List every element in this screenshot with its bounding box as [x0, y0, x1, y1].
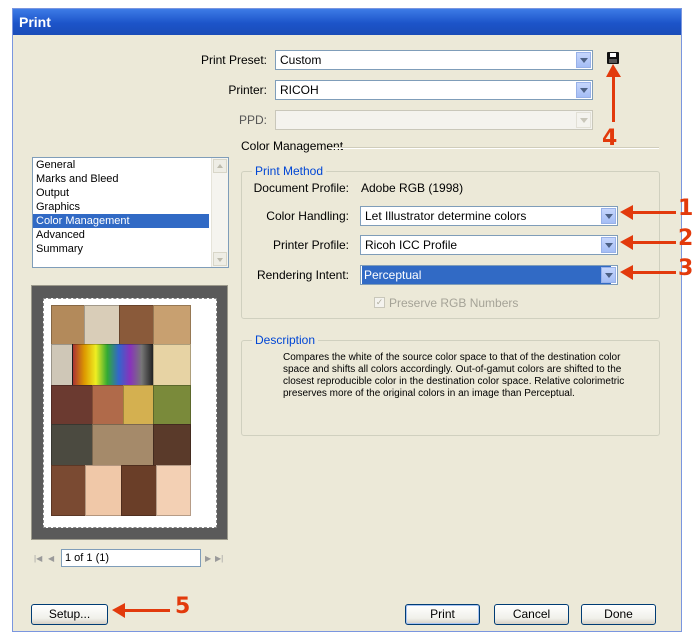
preview-photo [51, 424, 93, 466]
printer-profile-label: Printer Profile: [272, 238, 349, 252]
chevron-down-icon [576, 112, 591, 128]
preview-portrait [51, 465, 86, 516]
printer-select[interactable]: RICOH [275, 80, 593, 100]
color-handling-label: Color Handling: [266, 209, 349, 223]
preview-portrait [156, 465, 191, 516]
printer-value: RICOH [280, 83, 319, 97]
color-handling-value: Let Illustrator determine colors [365, 209, 527, 223]
cancel-button[interactable]: Cancel [494, 604, 569, 625]
preview-page [43, 298, 217, 528]
scroll-up-icon[interactable] [213, 159, 227, 173]
preview-photo [92, 385, 124, 425]
annotation-arrow-left [112, 603, 170, 618]
preview-photo [153, 424, 191, 466]
category-item-graphics[interactable]: Graphics [33, 200, 209, 214]
preview-photo [92, 424, 154, 466]
page-number-field[interactable]: 1 of 1 (1) [61, 549, 201, 567]
preview-portrait [85, 465, 122, 516]
last-page-icon[interactable]: ▶| [215, 554, 223, 563]
color-handling-select[interactable]: Let Illustrator determine colors [360, 206, 618, 226]
preview-photo [51, 305, 85, 345]
printer-profile-select[interactable]: Ricoh ICC Profile [360, 235, 618, 255]
previous-page-icon[interactable]: ◀ [48, 554, 54, 563]
chevron-down-icon[interactable] [576, 82, 591, 98]
section-title: Color Management [241, 139, 344, 153]
preview-photo [153, 385, 191, 425]
chevron-down-icon[interactable] [601, 267, 616, 283]
preserve-rgb-checkbox: ✓ [374, 297, 385, 308]
print-preset-select[interactable]: Custom [275, 50, 593, 70]
preview-photo [51, 385, 93, 425]
document-profile-label: Document Profile: [253, 181, 349, 195]
annotation-arrow-left [620, 205, 676, 220]
preview-color-chart [72, 344, 154, 386]
preview-photo [153, 344, 191, 386]
annotation-label: 3 [678, 256, 692, 281]
setup-button[interactable]: Setup... [31, 604, 108, 625]
document-profile-value: Adobe RGB (1998) [361, 181, 464, 195]
printer-label: Printer: [228, 83, 267, 97]
preserve-rgb-label: Preserve RGB Numbers [389, 296, 519, 310]
category-item-output[interactable]: Output [33, 186, 209, 200]
preview-photo [84, 305, 120, 345]
rendering-intent-value: Perceptual [362, 266, 611, 284]
annotation-label: 2 [678, 226, 692, 251]
category-list-scrollbar[interactable] [211, 158, 228, 267]
annotation-label: 5 [175, 594, 191, 619]
rendering-intent-select[interactable]: Perceptual [360, 265, 618, 285]
preview-photo [123, 385, 154, 425]
category-item-summary[interactable]: Summary [33, 242, 209, 256]
description-line: Compares the white of the source color s… [283, 352, 621, 363]
ppd-label: PPD: [238, 113, 267, 127]
annotation-arrow-left [620, 265, 676, 280]
preview-photo [119, 305, 154, 345]
description-title: Description [252, 333, 319, 347]
annotation-arrow-left [620, 235, 676, 250]
save-preset-icon[interactable] [607, 52, 619, 64]
preview-photo [153, 305, 191, 345]
print-preview[interactable] [31, 285, 228, 540]
description-line: preserves more of the original colors in… [283, 388, 575, 399]
print-method-title: Print Method [252, 164, 327, 178]
category-list[interactable]: General Marks and Bleed Output Graphics … [32, 157, 229, 268]
category-item-general[interactable]: General [33, 158, 209, 172]
done-button[interactable]: Done [581, 604, 656, 625]
annotation-label: 1 [678, 196, 692, 221]
rendering-intent-label: Rendering Intent: [256, 268, 349, 282]
category-item-marks-and-bleed[interactable]: Marks and Bleed [33, 172, 209, 186]
preview-page-navigator: |◀ ◀ 1 of 1 (1) ▶ ▶| [31, 549, 228, 569]
preview-photo [51, 344, 73, 386]
print-button[interactable]: Print [405, 604, 480, 625]
chevron-down-icon[interactable] [576, 52, 591, 68]
category-item-advanced[interactable]: Advanced [33, 228, 209, 242]
ppd-select [275, 110, 593, 130]
scroll-down-icon[interactable] [213, 252, 227, 266]
window-title: Print [13, 9, 681, 35]
print-preset-label: Print Preset: [200, 53, 267, 67]
annotation-label: 4 [602, 126, 618, 151]
printer-profile-value: Ricoh ICC Profile [365, 238, 458, 252]
chevron-down-icon[interactable] [601, 237, 616, 253]
chevron-down-icon[interactable] [601, 208, 616, 224]
print-dialog: Print Print Preset: Custom Printer: RICO… [12, 8, 682, 632]
description-line: closest reproducible color in the destin… [283, 376, 625, 387]
first-page-icon[interactable]: |◀ [34, 554, 42, 563]
print-preset-value: Custom [280, 53, 322, 67]
preview-portrait [121, 465, 157, 516]
description-line: space and shifts all colors accordingly.… [283, 364, 622, 375]
next-page-icon[interactable]: ▶ [205, 554, 211, 563]
annotation-arrow-up [606, 64, 621, 122]
category-item-color-management[interactable]: Color Management [33, 214, 209, 228]
